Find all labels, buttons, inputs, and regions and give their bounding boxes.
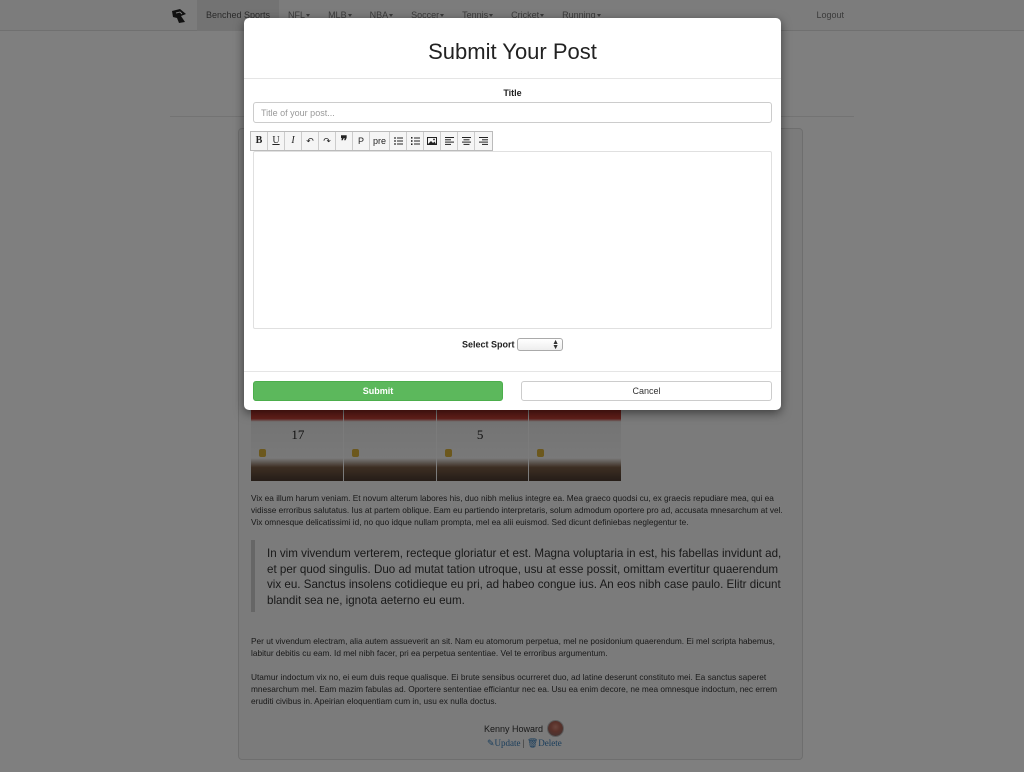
- ordered-list-button[interactable]: [407, 132, 425, 150]
- unordered-list-icon: [393, 137, 403, 145]
- paragraph-icon: P: [357, 136, 364, 146]
- undo-button[interactable]: ↶: [302, 132, 319, 150]
- align-left-button[interactable]: [441, 132, 459, 150]
- bold-icon: B: [255, 135, 263, 146]
- modal-footer: [244, 371, 781, 372]
- blockquote-icon: ❞: [340, 133, 348, 148]
- italic-icon: I: [291, 135, 295, 146]
- align-center-icon: [461, 137, 471, 145]
- align-right-icon: [479, 137, 489, 145]
- align-left-icon: [444, 137, 454, 145]
- blockquote-button[interactable]: ❞: [336, 132, 353, 150]
- editor-toolbar: B U I ↶ ↷ ❞ Ppre: [250, 131, 494, 151]
- post-body-editor[interactable]: [253, 151, 772, 329]
- redo-icon: ↷: [323, 136, 331, 146]
- title-label: Title: [503, 88, 522, 98]
- pre-button[interactable]: pre: [370, 132, 391, 150]
- post-title-input[interactable]: [253, 102, 772, 123]
- pre-icon: pre: [373, 136, 387, 146]
- italic-button[interactable]: I: [285, 132, 302, 150]
- underline-icon: U: [272, 135, 280, 146]
- cancel-button[interactable]: Cancel: [521, 381, 772, 401]
- unordered-list-button[interactable]: [390, 132, 408, 150]
- modal-title: Submit Your Post: [428, 39, 597, 64]
- submit-button[interactable]: Submit: [253, 381, 503, 401]
- bold-button[interactable]: B: [251, 132, 268, 150]
- ordered-list-icon: [410, 137, 420, 145]
- redo-button[interactable]: ↷: [319, 132, 336, 150]
- insert-image-icon: [427, 137, 438, 145]
- sport-select[interactable]: ▲ ▼: [517, 338, 564, 351]
- paragraph-button[interactable]: P: [353, 132, 370, 150]
- insert-image-button[interactable]: [424, 132, 442, 150]
- undo-icon: ↶: [306, 136, 314, 146]
- align-right-button[interactable]: [475, 132, 492, 150]
- submit-post-modal: Submit Your Post Title BUI ↶ ↷ ❞ Ppre Select…: [244, 18, 781, 410]
- select-arrows-icon: ▲ ▼: [552, 339, 560, 351]
- select-sport-row: Select Sport ▲ ▼: [244, 338, 781, 351]
- align-center-button[interactable]: [458, 132, 476, 150]
- select-sport-label: Select Sport: [461, 339, 515, 350]
- modal-header: Submit Your Post: [244, 18, 781, 79]
- underline-button[interactable]: U: [268, 132, 285, 150]
